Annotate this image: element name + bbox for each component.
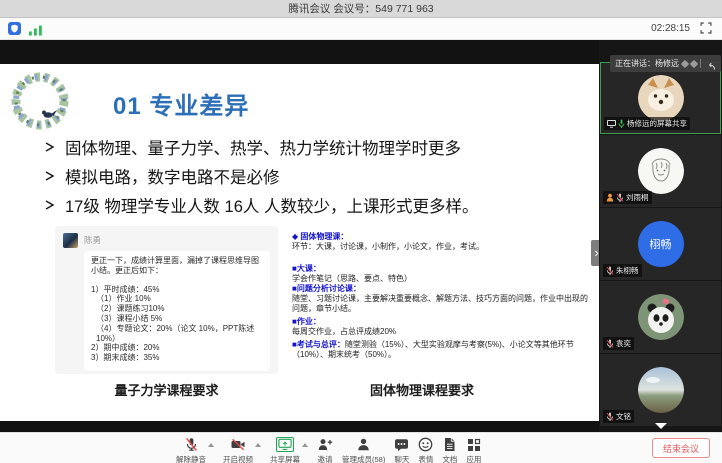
manage-members-button[interactable]: 管理成员(58): [342, 437, 385, 463]
wreath-decoration-icon: [7, 68, 73, 139]
video-tile[interactable]: 袁奕: [600, 281, 721, 353]
start-video-button[interactable]: 开启视频: [223, 437, 253, 463]
slide-title: 01 专业差异: [113, 86, 249, 121]
chat-message-bubble: 更正一下，成绩计算里面，漏掉了课程思维导图小结。更正后如下： 1）平时成绩：45…: [84, 251, 270, 371]
toast-deco-icon: [681, 59, 689, 67]
mic-muted-icon: [616, 193, 624, 203]
mic-muted-icon: [606, 266, 614, 276]
chat-bubble-icon: [394, 437, 409, 452]
slide-bullet-list: 固体物理、量子力学、热学、热力学统计物理学时更多 模拟电路，数字电路不是必修 1…: [44, 132, 478, 219]
window-title: 腾讯会议 会议号：549 771 963: [288, 1, 433, 16]
emoji-button[interactable]: 表情: [418, 437, 433, 463]
members-icon: [357, 437, 370, 452]
screen-share-icon: [276, 437, 294, 452]
note-line: 每周交作业，占总评成绩20%: [292, 327, 592, 337]
video-options-caret[interactable]: [255, 443, 261, 447]
mic-muted-icon: [184, 437, 199, 452]
arrow-bullet-icon: [44, 170, 56, 182]
network-signal-icon[interactable]: [29, 23, 42, 35]
tile-name-badge: 文铭: [603, 410, 634, 423]
participant-sidebar: 正在讲话：杨修远: [599, 40, 722, 432]
meeting-toolbar: 解除静音 开启视频 共享屏幕: [0, 432, 722, 463]
unmute-button[interactable]: 解除静音: [176, 437, 206, 463]
dog-avatar: [638, 75, 684, 121]
toast-divider: [700, 59, 701, 68]
caption-quantum-course: 量子力学课程要求: [55, 380, 278, 399]
host-person-icon: [606, 193, 614, 202]
speaking-toast: 正在讲话：杨修远: [610, 55, 721, 72]
panda-avatar: [638, 294, 684, 340]
security-shield-icon[interactable]: [8, 22, 21, 35]
share-screen-button[interactable]: 共享屏幕: [270, 437, 300, 463]
mic-muted-icon: [606, 412, 614, 422]
speaking-toast-label: 正在讲话：杨修远: [615, 58, 679, 69]
bullet-item: 模拟电路，数字电路不是必修: [44, 161, 478, 190]
toast-back-arrow-icon[interactable]: [704, 59, 716, 69]
video-tile[interactable]: 栩畅 朱栩畅: [600, 208, 721, 280]
fullscreen-icon[interactable]: [700, 22, 712, 35]
note-line: ■考试与总评：随堂测验（15%）、大型实验观摩与考察(5%)、小论文等其他环节（…: [292, 340, 592, 360]
video-tile[interactable]: 文铭: [600, 354, 721, 426]
end-meeting-button[interactable]: 结束会议: [652, 438, 710, 458]
screen-share-indicator-icon: [607, 120, 616, 128]
toast-deco-icon: [690, 59, 698, 67]
initials-avatar: 栩畅: [638, 221, 684, 267]
meeting-statusbar: 02:28:15: [0, 18, 722, 40]
mic-muted-icon: [606, 339, 614, 349]
apps-grid-icon: [467, 437, 481, 452]
scroll-more-chevron-down-icon[interactable]: [655, 423, 667, 429]
note-line: ■问题分析讨论课：: [292, 284, 592, 294]
tile-name-badge: 杨修远的屏幕共享: [604, 117, 690, 130]
video-tile-speaker[interactable]: 杨修远的屏幕共享: [600, 62, 721, 134]
invite-person-icon: [317, 437, 333, 452]
arrow-bullet-icon: [44, 199, 56, 211]
chat-button[interactable]: 聊天: [394, 437, 409, 463]
note-line: ■大课：: [292, 264, 592, 274]
document-icon: [443, 437, 456, 452]
course-notes-block: ◆ 固体物理课： 环节：大课，讨论课，小制作，小论文，作业，考试。 ■大课： 学…: [292, 232, 592, 360]
note-line: ◆ 固体物理课：: [292, 232, 592, 242]
invite-button[interactable]: 邀请: [317, 437, 333, 463]
note-line: 随堂、习题讨论课，主要解决重要概念、解题方法、技巧方面的问题，作业中出现的问题，…: [292, 294, 592, 314]
video-tile[interactable]: 刘雨桐: [600, 135, 721, 207]
apps-button[interactable]: 应用: [466, 437, 481, 463]
bullet-item: 固体物理、量子力学、热学、热力学统计物理学时更多: [44, 132, 478, 161]
tile-name-badge: 袁奕: [603, 337, 634, 350]
landscape-avatar: [638, 367, 684, 413]
note-line: 学会作笔记（思路、要点、特色）: [292, 274, 592, 284]
tile-name-badge: 朱栩畅: [603, 264, 642, 277]
arrow-bullet-icon: [44, 141, 56, 153]
note-line: 环节：大课，讨论课，小制作，小论文，作业，考试。: [292, 242, 592, 252]
shared-screen-slide: 01 专业差异 固体物理、量子力学、热学、热力学统计物理学时更多 模拟电路，数字…: [0, 64, 599, 421]
chat-sender-avatar: [63, 233, 78, 248]
tile-name-badge: 刘雨桐: [603, 191, 652, 204]
sketch-avatar: [638, 148, 684, 194]
caption-solid-state-course: 固体物理课程要求: [292, 380, 552, 399]
mic-on-icon: [618, 119, 625, 129]
share-options-caret[interactable]: [302, 443, 308, 447]
tencent-meeting-window: 腾讯会议 会议号：549 771 963 02:28:15: [0, 0, 722, 463]
bullet-item: 17级 物理学专业人数 16人 人数较少，上课形式更多样。: [44, 190, 478, 219]
chat-sender-name: 陈勇: [84, 234, 101, 246]
emoji-smiley-icon: [418, 437, 433, 452]
chat-screenshot-box: 陈勇 更正一下，成绩计算里面，漏掉了课程思维导图小结。更正后如下： 1）平时成绩…: [55, 226, 278, 374]
mic-options-caret[interactable]: [208, 443, 214, 447]
docs-button[interactable]: 文档: [442, 437, 457, 463]
note-line: ■作业：: [292, 317, 592, 327]
meeting-duration: 02:28:15: [651, 23, 690, 34]
camera-off-icon: [230, 437, 246, 452]
window-titlebar: 腾讯会议 会议号：549 771 963: [0, 0, 722, 18]
meeting-main-area: 01 专业差异 固体物理、量子力学、热学、热力学统计物理学时更多 模拟电路，数字…: [0, 40, 722, 432]
